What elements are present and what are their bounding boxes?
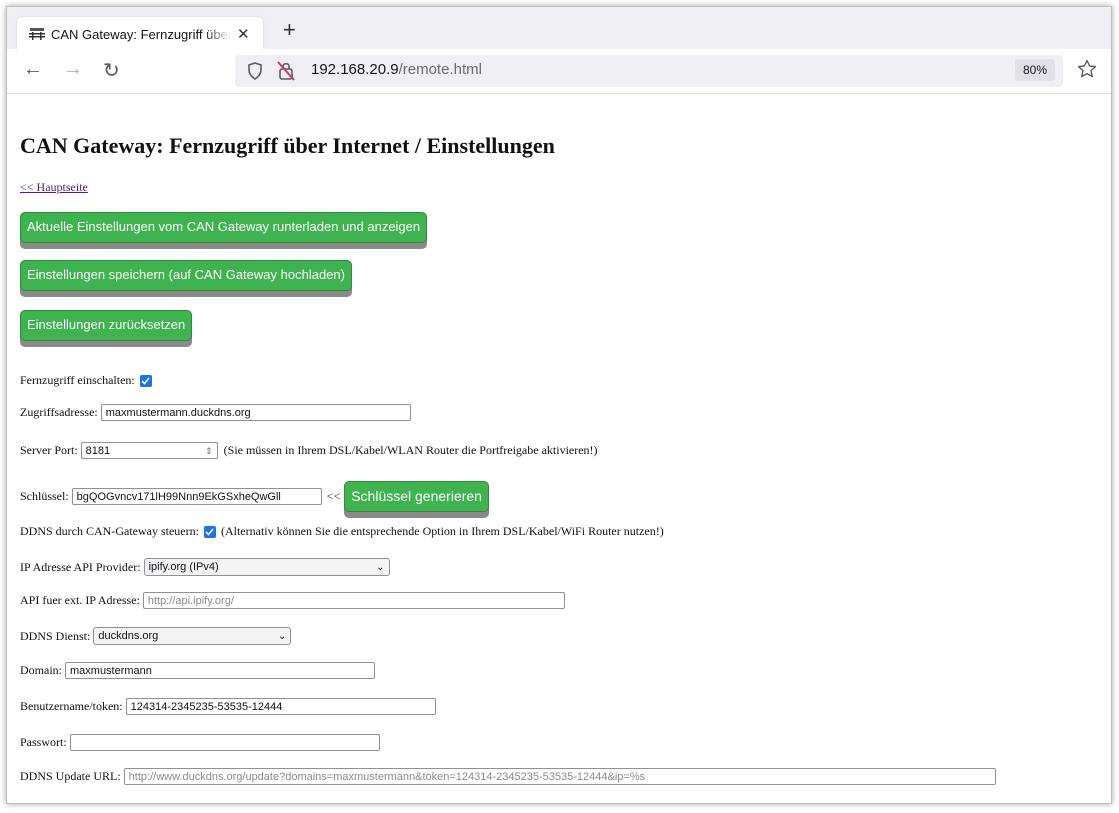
api-input[interactable]: http://api.ipify.org/ [142,592,565,609]
server-port-input[interactable]: 8181 ⇕ [80,442,218,459]
reset-settings-button[interactable]: Einstellungen zurücksetzen [20,310,193,341]
ddns-control-checkbox[interactable] [203,525,216,538]
server-port-row: Server Port: 8181 ⇕ (Sie müssen in Ihrem… [20,442,598,459]
update-url-input[interactable]: http://www.duckdns.org/update?domains=ma… [123,768,996,785]
username-row: Benutzername/token: 124314-2345235-53535… [20,698,436,715]
checkmark-icon [141,376,150,385]
main-page-link[interactable]: << Hauptseite [20,180,88,195]
server-port-label: Server Port: [20,443,78,457]
ip-provider-row: IP Adresse API Provider: ipify.org (IPv4… [20,558,390,576]
remote-access-label: Fernzugriff einschalten: [20,373,135,387]
key-row: Schlüssel: bgQOGvncv171lH99Nnn9EkGSxheQw… [20,481,489,512]
ip-provider-label: IP Adresse API Provider: [20,559,141,574]
password-input[interactable] [69,734,380,751]
page-content: CAN Gateway: Fernzugriff über Internet /… [20,0,1119,813]
ip-provider-select[interactable]: ipify.org (IPv4) ⌄ [143,558,390,576]
port-hint: (Sie müssen in Ihrem DSL/Kabel/WLAN Rout… [223,443,598,457]
remote-access-checkbox[interactable] [139,374,152,387]
spinner-arrows-icon[interactable]: ⇕ [205,443,213,458]
ddns-service-value: duckdns.org [98,630,159,642]
ddns-service-select[interactable]: duckdns.org ⌄ [93,627,292,645]
server-port-value: 8181 [85,445,111,457]
chevron-down-icon: ⌄ [376,561,385,573]
password-label: Passwort: [20,735,67,749]
api-row: API fuer ext. IP Adresse: http://api.ipi… [20,592,565,609]
access-address-label: Zugriffsadresse: [20,405,98,419]
api-label: API fuer ext. IP Adresse: [20,593,140,607]
domain-input[interactable]: maxmustermann [65,662,375,679]
chevron-down-icon: ⌄ [277,630,287,642]
domain-label: Domain: [20,663,62,677]
password-row: Passwort: [20,734,380,751]
username-input[interactable]: 124314-2345235-53535-12444 [125,698,436,715]
username-label: Benutzername/token: [20,699,123,713]
update-url-row: DDNS Update URL: http://www.duckdns.org/… [20,768,996,785]
access-address-row: Zugriffsadresse: maxmustermann.duckdns.o… [20,404,411,421]
page-title: CAN Gateway: Fernzugriff über Internet /… [20,133,555,158]
ddns-control-label: DDNS durch CAN-Gateway steuern: [20,524,199,538]
update-url-label: DDNS Update URL: [20,769,121,783]
checkmark-icon [205,527,215,536]
save-settings-button[interactable]: Einstellungen speichern (auf CAN Gateway… [20,260,352,291]
key-label: Schlüssel: [20,489,69,503]
download-settings-button[interactable]: Aktuelle Einstellungen vom CAN Gateway r… [20,212,428,243]
key-input[interactable]: bgQOGvncv171lH99Nnn9EkGSxheQwGll [71,488,322,505]
domain-row: Domain: maxmustermann [20,662,375,679]
ip-provider-value: ipify.org (IPv4) [148,561,219,573]
remote-access-row: Fernzugriff einschalten: [20,373,152,388]
ddns-service-label: DDNS Dienst: [20,628,91,643]
ddns-hint: (Alternativ können Sie die entsprechende… [220,524,664,538]
key-arrow: << [326,489,341,503]
ddns-service-row: DDNS Dienst: duckdns.org ⌄ [20,627,292,645]
access-address-input[interactable]: maxmustermann.duckdns.org [100,404,411,421]
generate-key-button[interactable]: Schlüssel generieren [344,481,489,512]
ddns-control-row: DDNS durch CAN-Gateway steuern: (Alterna… [20,524,664,539]
